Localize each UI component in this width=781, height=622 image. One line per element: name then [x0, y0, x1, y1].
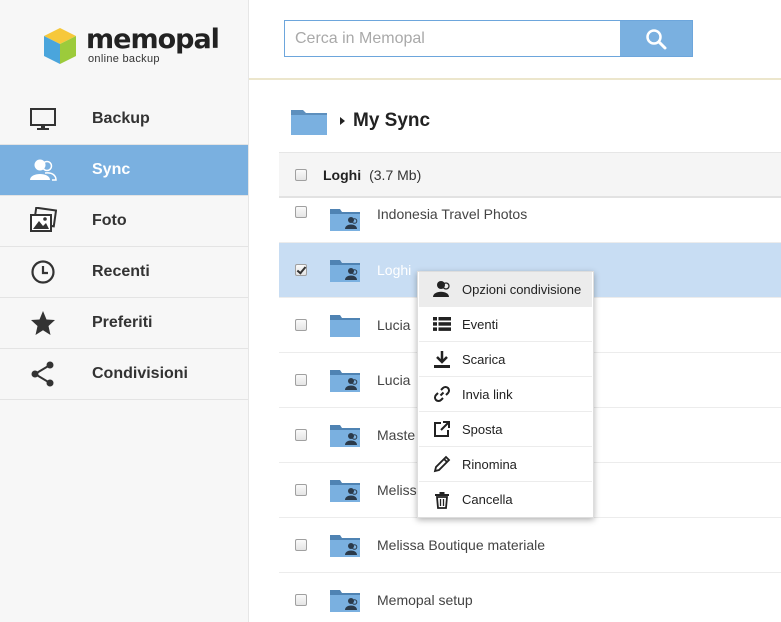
breadcrumb-arrow-icon — [340, 117, 345, 125]
shared-folder-icon — [330, 370, 360, 392]
row-name[interactable]: Indonesia Travel Photos — [377, 206, 527, 222]
menu-item-eventi[interactable]: Eventi — [419, 307, 592, 342]
row-name[interactable]: Loghi — [377, 262, 411, 278]
shared-folder-icon — [330, 209, 360, 231]
page-title: My Sync — [353, 110, 431, 131]
table-row[interactable]: Indonesia Travel Photos — [279, 198, 781, 243]
sidebar-item-preferiti[interactable]: Preferiti — [0, 298, 248, 349]
row-name[interactable]: Lucia — [377, 317, 410, 333]
row-checkbox[interactable] — [295, 264, 307, 276]
row-name[interactable]: Meliss — [377, 482, 417, 498]
monitor-icon — [0, 105, 92, 133]
sidebar-nav: Backup Sync Foto Recenti Preferiti Condi… — [0, 94, 248, 400]
sidebar-item-label: Backup — [92, 110, 150, 127]
menu-item-label: Opzioni condivisione — [462, 281, 582, 297]
menu-item-sposta[interactable]: Sposta — [419, 412, 592, 447]
search-icon — [646, 28, 667, 49]
list-icon — [432, 314, 452, 334]
menu-item-label: Cancella — [462, 492, 513, 507]
logo-tagline: online backup — [88, 53, 160, 65]
sidebar-item-label: Preferiti — [92, 314, 153, 331]
sidebar-item-recenti[interactable]: Recenti — [0, 247, 248, 298]
share-user-icon — [432, 279, 452, 299]
menu-item-label: Rinomina — [462, 456, 517, 472]
menu-item-label: Sposta — [462, 421, 503, 437]
search-bar — [284, 20, 693, 57]
sidebar-item-condivisioni[interactable]: Condivisioni — [0, 349, 248, 400]
sidebar-item-sync[interactable]: Sync — [0, 145, 248, 196]
menu-item-cancella[interactable]: Cancella — [419, 482, 592, 517]
pencil-icon — [432, 454, 452, 474]
clock-icon — [0, 258, 92, 286]
folder-icon[interactable] — [290, 106, 328, 136]
row-name[interactable]: Memopal setup — [377, 592, 473, 608]
shared-folder-icon — [330, 590, 360, 612]
menu-item-label: Invia link — [462, 386, 513, 402]
sidebar-item-label: Foto — [92, 212, 127, 229]
sidebar-item-backup[interactable]: Backup — [0, 94, 248, 145]
sidebar-item-label: Recenti — [92, 263, 150, 280]
menu-item-rinomina[interactable]: Rinomina — [419, 447, 592, 482]
logo-wordmark: memopal — [86, 24, 220, 55]
row-checkbox[interactable] — [295, 539, 307, 551]
shared-folder-icon — [330, 260, 360, 282]
menu-item-scarica[interactable]: Scarica — [419, 342, 592, 377]
breadcrumb: My Sync — [290, 104, 430, 138]
sidebar-item-label: Condivisioni — [92, 365, 188, 382]
header-folder-size: (3.7 Mb) — [369, 166, 422, 183]
memopal-logo[interactable]: memopal online backup — [42, 22, 220, 68]
row-checkbox[interactable] — [295, 484, 307, 496]
row-checkbox[interactable] — [295, 206, 307, 218]
select-all-checkbox[interactable] — [295, 168, 307, 181]
trash-icon — [432, 490, 452, 510]
share-icon — [0, 360, 92, 388]
move-icon — [432, 419, 452, 439]
header-folder-name: Loghi — [323, 166, 362, 183]
folder-icon — [330, 315, 360, 337]
menu-item-opzioni-condivisione[interactable]: Opzioni condivisione — [419, 272, 592, 307]
user-sync-icon — [0, 156, 92, 184]
menu-item-invia-link[interactable]: Invia link — [419, 377, 592, 412]
row-checkbox[interactable] — [295, 319, 307, 331]
search-button[interactable] — [620, 21, 692, 56]
row-name[interactable]: Melissa Boutique materiale — [377, 537, 545, 553]
row-checkbox[interactable] — [295, 374, 307, 386]
row-checkbox[interactable] — [295, 429, 307, 441]
sidebar: memopal online backup Backup Sync Foto R… — [0, 0, 249, 622]
link-icon — [432, 384, 452, 404]
list-header: Loghi (3.7 Mb) — [279, 152, 781, 198]
row-name[interactable]: Lucia — [377, 372, 410, 388]
table-row[interactable]: Melissa Boutique materiale — [279, 518, 781, 573]
star-icon — [0, 309, 92, 337]
row-name[interactable]: Maste — [377, 427, 415, 443]
top-bar — [249, 0, 781, 80]
logo-cube-icon — [44, 28, 76, 64]
shared-folder-icon — [330, 535, 360, 557]
sidebar-item-foto[interactable]: Foto — [0, 196, 248, 247]
search-input[interactable] — [285, 21, 620, 56]
photo-icon — [0, 207, 92, 235]
table-row[interactable]: Memopal setup — [279, 573, 781, 622]
menu-item-label: Scarica — [462, 351, 506, 367]
menu-item-label: Eventi — [462, 316, 499, 332]
sidebar-item-label: Sync — [92, 161, 131, 178]
row-checkbox[interactable] — [295, 594, 307, 606]
download-icon — [432, 349, 452, 369]
shared-folder-icon — [330, 425, 360, 447]
shared-folder-icon — [330, 480, 360, 502]
context-menu: Opzioni condivisione Eventi Scarica Invi… — [417, 271, 594, 518]
